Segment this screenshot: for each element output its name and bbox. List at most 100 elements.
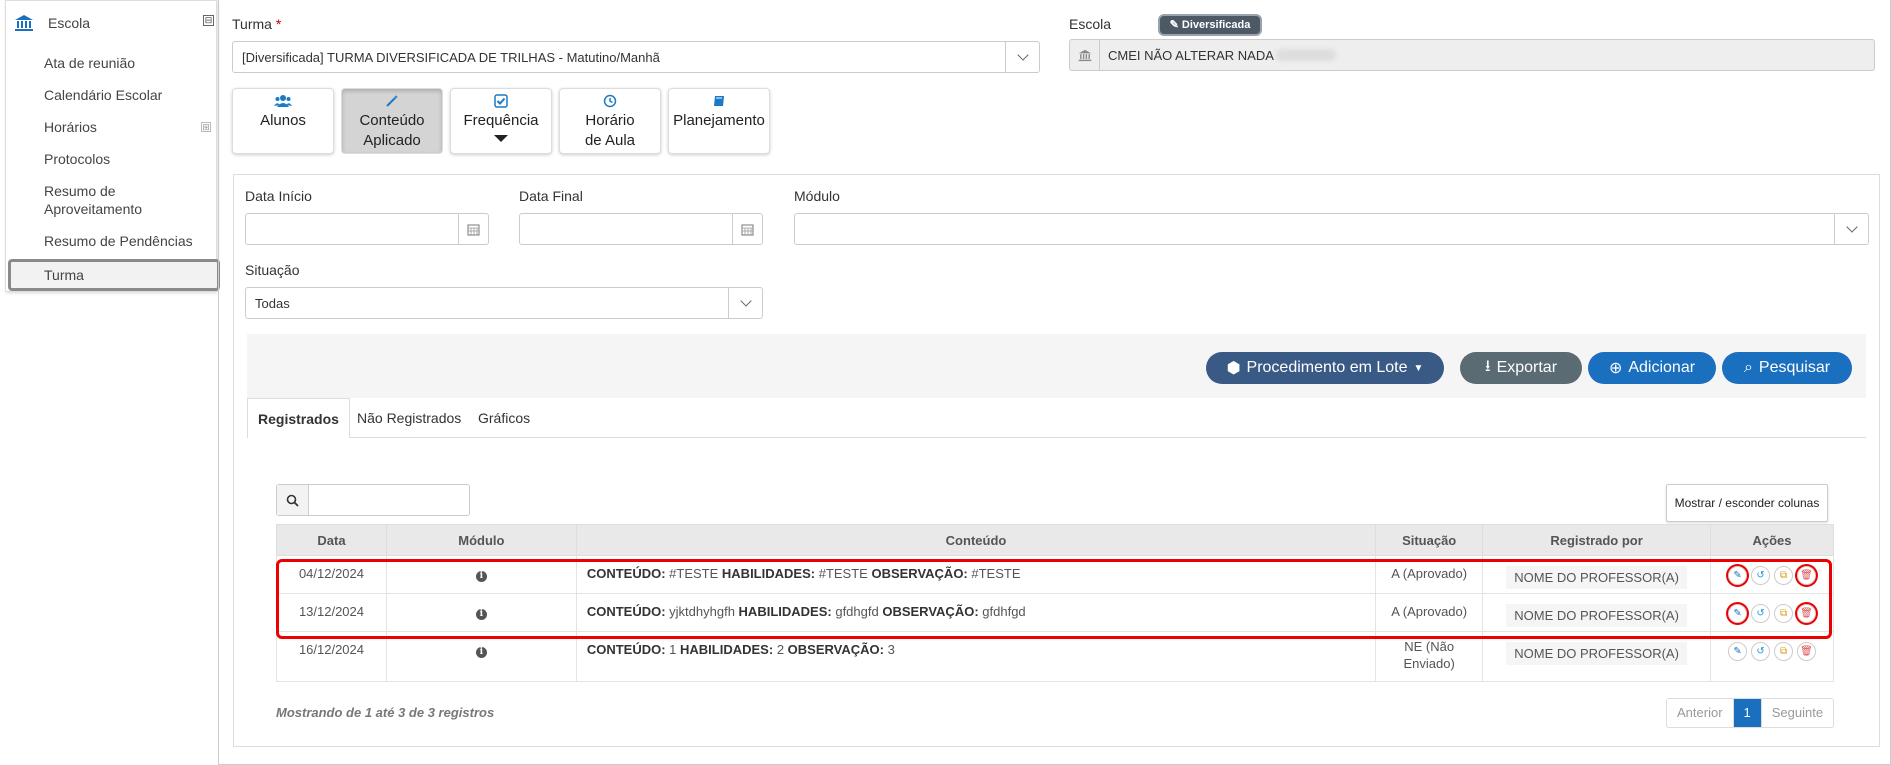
- collapse-icon[interactable]: ⊟: [203, 15, 214, 26]
- tab-bar: Registrados Não Registrados Gráficos: [247, 398, 1866, 439]
- info-icon[interactable]: i: [475, 609, 487, 620]
- sidebar-item-resumo-pendencias[interactable]: Resumo de Pendências: [44, 232, 193, 250]
- col-modulo[interactable]: Módulo: [385, 524, 577, 556]
- history-icon[interactable]: ↺: [1751, 642, 1771, 661]
- tab-graficos[interactable]: Gráficos: [468, 398, 540, 438]
- registros-table: Data Módulo Conteúdo Situação Registrado…: [276, 524, 1834, 682]
- edit-icon[interactable]: ✎: [1728, 604, 1748, 623]
- copy-icon[interactable]: ⧉: [1774, 642, 1794, 661]
- book-icon: [669, 93, 769, 109]
- bank-icon: [1070, 40, 1100, 70]
- tile-planejamento[interactable]: Planejamento: [668, 88, 770, 154]
- sidebar-item-protocolos[interactable]: Protocolos: [44, 150, 110, 168]
- table-row: 04/12/2024 i CONTEÚDO: #TESTE HABILIDADE…: [276, 555, 1834, 594]
- prev-page-button[interactable]: Anterior: [1667, 699, 1734, 727]
- trash-icon[interactable]: 🗑: [1797, 642, 1817, 661]
- situacao-label: Situação: [245, 262, 300, 278]
- calendar-icon[interactable]: [458, 214, 488, 244]
- cell-registrado-por: NOME DO PROFESSOR(A): [1482, 631, 1712, 682]
- col-situacao[interactable]: Situação: [1375, 524, 1484, 556]
- trash-icon[interactable]: 🗑: [1797, 604, 1817, 623]
- col-conteudo[interactable]: Conteúdo: [575, 524, 1377, 556]
- caret-down-icon: ▼: [1413, 362, 1424, 374]
- trash-icon[interactable]: 🗑: [1797, 566, 1817, 585]
- toggle-columns-button[interactable]: Mostrar / esconder colunas: [1666, 484, 1828, 522]
- chevron-down-icon[interactable]: [1005, 42, 1039, 72]
- adicionar-button[interactable]: ⊕ Adicionar: [1588, 352, 1716, 384]
- bank-icon: [14, 14, 34, 32]
- sidebar-item-calendario[interactable]: Calendário Escolar: [44, 86, 162, 104]
- data-final-label: Data Final: [519, 188, 583, 204]
- tab-registrados[interactable]: Registrados: [247, 398, 350, 439]
- copy-icon[interactable]: ⧉: [1774, 566, 1794, 585]
- cell-conteudo: CONTEÚDO: yjktdhyhgfh HABILIDADES: gfdhg…: [575, 593, 1377, 632]
- chevron-down-icon[interactable]: [1834, 214, 1868, 244]
- table-row: 16/12/2024 i CONTEÚDO: 1 HABILIDADES: 2 …: [276, 631, 1834, 682]
- button-label: Exportar: [1496, 359, 1558, 376]
- edit-icon[interactable]: ✎: [1728, 566, 1748, 585]
- situacao-select[interactable]: Todas: [245, 287, 763, 319]
- download-icon: ⭳: [1484, 357, 1491, 375]
- col-data[interactable]: Data: [276, 524, 387, 556]
- next-page-button[interactable]: Seguinte: [1762, 699, 1833, 727]
- tile-horario-aula[interactable]: Horário de Aula: [559, 88, 661, 154]
- wand-icon: [342, 93, 442, 109]
- col-registrado-por[interactable]: Registrado por: [1482, 524, 1712, 556]
- procedimento-lote-button[interactable]: ⬢ Procedimento em Lote ▼: [1206, 352, 1444, 384]
- pagination: Anterior 1 Seguinte: [1666, 698, 1835, 728]
- turma-select[interactable]: [Diversificada] TURMA DIVERSIFICADA DE T…: [232, 41, 1040, 73]
- pesquisar-button[interactable]: ⌕ Pesquisar: [1722, 352, 1852, 384]
- sidebar-item-turma[interactable]: Turma: [8, 259, 220, 291]
- info-icon[interactable]: i: [475, 571, 487, 582]
- data-inicio-input[interactable]: [245, 213, 489, 245]
- sidebar-item-horarios[interactable]: Horários: [44, 118, 97, 136]
- calendar-icon[interactable]: [732, 214, 762, 244]
- tile-label: Conteúdo Aplicado: [359, 112, 425, 149]
- data-final-input[interactable]: [519, 213, 763, 245]
- turma-label: Turma *: [232, 16, 282, 32]
- sidebar: Escola ⊟ Ata de reunião Calendário Escol…: [5, 0, 220, 292]
- copy-icon[interactable]: ⧉: [1774, 604, 1794, 623]
- sidebar-item-ata[interactable]: Ata de reunião: [44, 54, 135, 72]
- page-1-button[interactable]: 1: [1733, 699, 1762, 727]
- tile-alunos[interactable]: Alunos: [232, 88, 334, 154]
- cell-conteudo: CONTEÚDO: #TESTE HABILIDADES: #TESTE OBS…: [575, 555, 1377, 594]
- edit-icon[interactable]: ✎: [1728, 642, 1748, 661]
- cell-conteudo: CONTEÚDO: 1 HABILIDADES: 2 OBSERVAÇÃO: 3: [575, 631, 1377, 682]
- sidebar-header[interactable]: Escola ⊟: [14, 11, 214, 35]
- exportar-button[interactable]: ⭳ Exportar: [1460, 352, 1582, 384]
- situacao-value: Todas: [255, 296, 290, 311]
- escola-value: CMEI NÃO ALTERAR NADA: [1108, 48, 1274, 63]
- expand-icon[interactable]: ⊞: [201, 122, 211, 132]
- plus-circle-icon: ⊕: [1608, 360, 1623, 377]
- tile-label: Planejamento: [673, 112, 765, 129]
- cell-acoes: ✎ ↺ ⧉ 🗑: [1710, 593, 1834, 632]
- sidebar-item-resumo-aproveitamento[interactable]: Resumo de Aproveitamento: [44, 182, 164, 218]
- chevron-down-icon[interactable]: [728, 288, 762, 318]
- cell-modulo: i: [385, 555, 577, 594]
- tile-label: Horário de Aula: [584, 112, 636, 149]
- table-info: Mostrando de 1 até 3 de 3 registros: [276, 705, 495, 720]
- cell-acoes: ✎ ↺ ⧉ 🗑: [1710, 631, 1834, 682]
- redacted-text: [1276, 49, 1336, 61]
- tile-label: Alunos: [260, 112, 306, 129]
- history-icon[interactable]: ↺: [1751, 566, 1771, 585]
- cell-acoes: ✎ ↺ ⧉ 🗑: [1710, 555, 1834, 594]
- tab-nao-registrados[interactable]: Não Registrados: [347, 398, 471, 438]
- cell-date: 13/12/2024: [276, 593, 387, 632]
- button-label: Pesquisar: [1758, 359, 1831, 376]
- table-search[interactable]: [276, 484, 470, 516]
- escola-label: Escola: [1069, 16, 1112, 32]
- info-icon[interactable]: i: [475, 647, 487, 658]
- button-label: Adicionar: [1628, 359, 1696, 376]
- history-icon[interactable]: ↺: [1751, 604, 1771, 623]
- cubes-icon: ⬢: [1226, 360, 1241, 377]
- cell-situacao: A (Aprovado): [1375, 555, 1484, 594]
- tile-conteudo-aplicado[interactable]: Conteúdo Aplicado: [341, 88, 443, 154]
- turma-value: [Diversificada] TURMA DIVERSIFICADA DE T…: [242, 50, 660, 65]
- modulo-select[interactable]: [794, 213, 1869, 245]
- tile-frequencia[interactable]: Frequência: [450, 88, 552, 154]
- diversificada-badge: ✎ Diversificada: [1160, 16, 1260, 34]
- data-inicio-label: Data Início: [245, 188, 312, 204]
- cell-modulo: i: [385, 631, 577, 682]
